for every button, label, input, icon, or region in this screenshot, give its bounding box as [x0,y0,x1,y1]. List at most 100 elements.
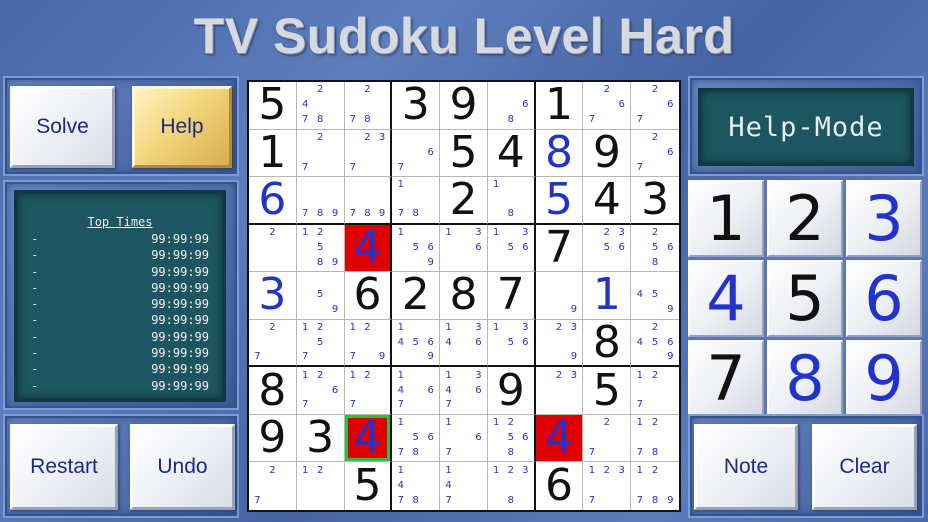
keypad-digit-3[interactable]: 3 [846,180,922,257]
sudoku-cell[interactable]: 1 78 [392,177,441,225]
sudoku-cell[interactable]: 9 [583,129,632,178]
sudoku-cell[interactable]: 789 [296,177,345,225]
sudoku-cell[interactable]: 9 [249,414,297,463]
sudoku-cell[interactable]: 7 [487,272,536,320]
restart-button[interactable]: Restart [10,424,118,510]
sudoku-cell[interactable]: 5 [583,367,632,415]
keypad-digit-5[interactable]: 5 [767,260,843,337]
sudoku-cell[interactable]: 1 4 78 [392,462,441,510]
sudoku-cell[interactable]: 68 [487,82,536,130]
sudoku-cell[interactable]: 3 [392,82,441,130]
sudoku-cell[interactable]: 1 456 9 [392,319,441,368]
sudoku-cell[interactable]: 2 568 [631,225,679,273]
note-digit [393,131,408,146]
sudoku-cell[interactable]: 4 [344,224,393,273]
sudoku-cell[interactable]: 7 [535,224,584,273]
sudoku-cell[interactable]: 8 [535,129,584,178]
sudoku-cell[interactable]: 12 7 [631,367,679,415]
sudoku-cell[interactable]: 67 [392,129,441,178]
undo-button[interactable]: Undo [130,424,235,510]
keypad-digit-2[interactable]: 2 [767,180,843,257]
sudoku-cell[interactable]: 2356 [583,224,632,273]
sudoku-cell[interactable]: 8 [249,367,297,415]
keypad-digit-6[interactable]: 6 [846,260,922,337]
sudoku-cell[interactable]: 27 [583,414,632,463]
sudoku-cell[interactable]: 3 [631,177,679,225]
sudoku-cell[interactable]: 12 7 9 [344,319,393,368]
sudoku-cell[interactable]: 12 789 [631,462,679,510]
sudoku-cell[interactable]: 1 4 7 [440,462,488,510]
sudoku-cell[interactable]: 459 [631,272,679,320]
sudoku-cell[interactable]: 23 9 [535,319,584,368]
sudoku-cell[interactable]: 1 3 6 [440,224,488,273]
sudoku-cell[interactable]: 23 7 [344,129,393,178]
sudoku-cell[interactable]: 4 [535,414,584,463]
sudoku-cell[interactable]: 8 [440,272,488,320]
sudoku-cell[interactable]: 1 [249,129,297,178]
sudoku-cell[interactable]: 123 8 [488,462,536,510]
sudoku-cell[interactable]: 27 [249,462,297,510]
keypad-digit-4[interactable]: 4 [688,260,764,337]
note-button[interactable]: Note [694,424,798,510]
sudoku-cell[interactable]: 6 [344,272,393,320]
note-digit [250,321,265,336]
sudoku-cell[interactable]: 27 [249,319,297,368]
sudoku-cell[interactable]: 12 568 [487,414,536,463]
sudoku-cell[interactable]: 23 [535,367,584,415]
note-digit [298,131,313,146]
sudoku-cell[interactable]: 2 [249,224,297,273]
sudoku-cell[interactable]: 2 [440,177,488,225]
sudoku-cell[interactable]: 2 [392,272,441,320]
sudoku-cell[interactable]: 789 [344,177,393,225]
sudoku-cell[interactable]: 26 7 [583,82,632,130]
sudoku-cell[interactable]: 3 [296,414,345,463]
sudoku-cell[interactable]: 156 78 [392,414,441,463]
sudoku-cell[interactable]: 1 3 4 6 7 [440,367,488,415]
sudoku-cell[interactable]: 1 [535,82,584,130]
sudoku-cell[interactable]: 26 7 [631,82,679,130]
sudoku-cell[interactable]: 24 78 [296,82,345,130]
sudoku-cell[interactable]: 9 [440,82,488,130]
sudoku-cell[interactable]: 4 [487,129,536,178]
keypad-digit-9[interactable]: 9 [846,340,922,417]
help-button[interactable]: Help [132,86,232,168]
solve-button[interactable]: Solve [10,86,115,168]
sudoku-cell[interactable]: 12 78 [631,415,679,463]
sudoku-cell[interactable]: 6 [249,177,297,225]
sudoku-cell[interactable]: 1 3 4 6 [440,319,488,368]
sudoku-cell[interactable]: 9 [535,272,584,320]
sudoku-cell[interactable]: 12 7 [344,367,393,415]
sudoku-cell[interactable]: 59 [296,272,345,320]
sudoku-cell[interactable]: 5 [345,462,393,510]
keypad-digit-8[interactable]: 8 [767,340,843,417]
keypad-digit-1[interactable]: 1 [688,180,764,257]
sudoku-cell[interactable]: 1 6 7 [440,414,488,463]
sudoku-cell[interactable]: 1569 [392,224,441,273]
sudoku-cell[interactable]: 12 [297,462,345,510]
sudoku-cell[interactable]: 3 [249,272,297,320]
sudoku-cell[interactable]: 4 [344,414,393,463]
sudoku-cell[interactable]: 12 5 89 [296,224,345,273]
sudoku-cell[interactable]: 8 [583,319,632,368]
sudoku-cell[interactable]: 123 7 [583,462,632,510]
sudoku-cell[interactable]: 1 356 [487,319,536,368]
sudoku-cell[interactable]: 5 [440,129,488,178]
sudoku-cell[interactable]: 12 57 [296,319,345,368]
sudoku-cell[interactable]: 1 [583,272,632,320]
sudoku-cell[interactable]: 9 [487,367,536,415]
sudoku-cell[interactable]: 18 [487,177,536,225]
sudoku-cell[interactable]: 2456 9 [631,320,679,368]
sudoku-cell[interactable]: 126 7 [296,367,345,415]
sudoku-cell[interactable]: 5 [535,177,584,225]
sudoku-cell[interactable]: 1 356 [487,224,536,273]
sudoku-cell[interactable]: 4 [583,177,632,225]
sudoku-cell[interactable]: 26 7 [631,130,679,178]
sudoku-cell[interactable]: 1 4 6 7 [392,367,441,415]
note-digit [375,383,390,398]
keypad-digit-7[interactable]: 7 [688,340,764,417]
sudoku-cell[interactable]: 2 78 [344,82,393,130]
sudoku-cell[interactable]: 27 [296,129,345,178]
sudoku-cell[interactable]: 5 [249,82,297,130]
sudoku-cell[interactable]: 6 [536,462,584,510]
clear-button[interactable]: Clear [812,424,917,510]
